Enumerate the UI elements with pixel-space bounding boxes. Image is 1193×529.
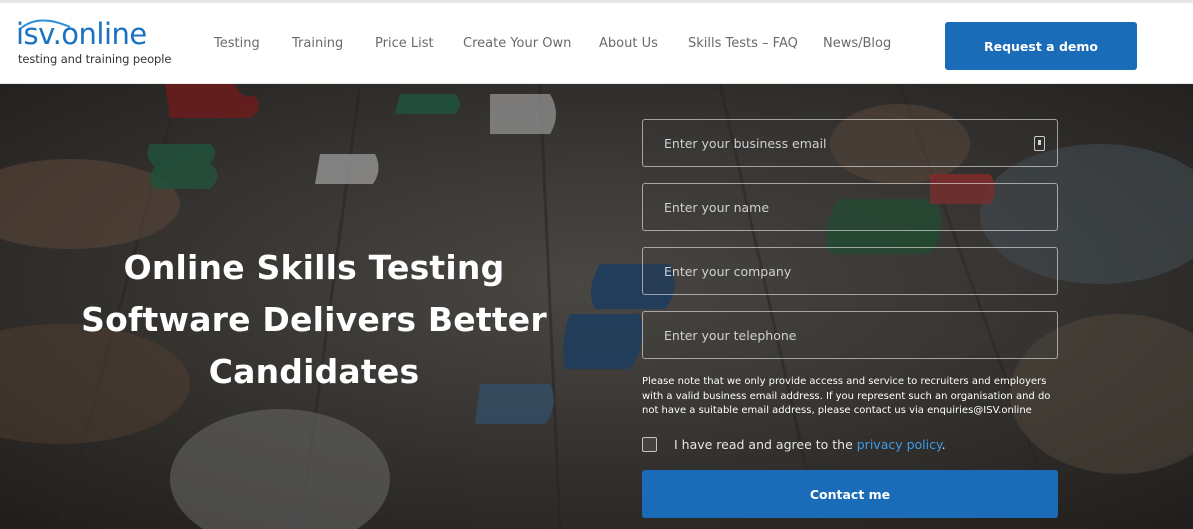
telephone-field[interactable] [643,312,1057,358]
company-field[interactable] [643,248,1057,294]
nav-item-news-blog[interactable]: News/Blog [823,36,891,51]
business-email-note: Please note that we only provide access … [642,376,1051,416]
contact-card-icon [1034,136,1045,151]
contact-me-button[interactable]: Contact me [642,470,1058,518]
privacy-agree-row: I have read and agree to the privacy pol… [642,435,946,453]
hero-section: Online Skills Testing Software Delivers … [0,84,1193,529]
nav-item-training[interactable]: Training [292,36,343,51]
nav-item-create-your-own[interactable]: Create Your Own [463,36,571,51]
email-field-wrapper [642,119,1058,167]
nav-item-price-list[interactable]: Price List [375,36,434,51]
privacy-agree-checkbox[interactable] [642,436,657,452]
privacy-policy-link[interactable]: privacy policy [857,437,942,452]
telephone-field-wrapper [642,311,1058,359]
site-header: isv.online testing and training people T… [0,0,1193,84]
company-field-wrapper [642,247,1058,295]
privacy-agree-text: I have read and agree to the [674,436,857,452]
nav-item-testing[interactable]: Testing [214,36,260,51]
privacy-agree-label: I have read and agree to the privacy pol… [674,437,946,452]
nav-item-about-us[interactable]: About Us [599,36,658,51]
hero-title-line-1: Online Skills Testing [123,248,505,287]
hero-title-line-3: Candidates [208,352,420,391]
privacy-agree-suffix: . [941,436,946,452]
name-field-wrapper [642,183,1058,231]
email-field[interactable] [643,120,1057,166]
nav-item-skills-tests-faq[interactable]: Skills Tests – FAQ [688,36,798,51]
name-field[interactable] [643,184,1057,230]
hero-title: Online Skills Testing Software Delivers … [60,242,568,398]
hero-title-line-2: Software Delivers Better [81,300,547,339]
request-demo-button[interactable]: Request a demo [945,22,1137,70]
